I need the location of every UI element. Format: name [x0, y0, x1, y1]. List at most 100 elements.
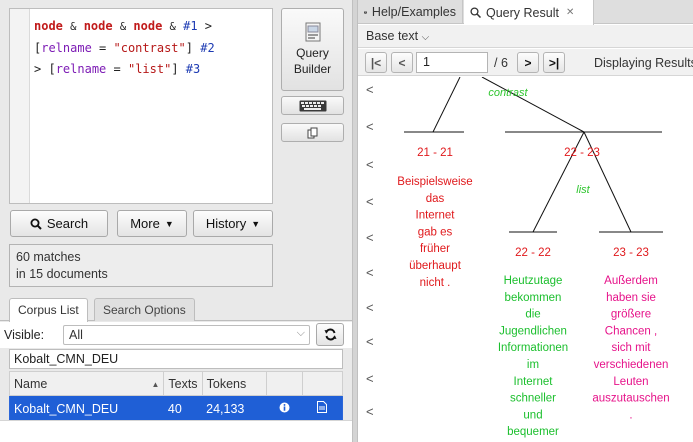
info-icon [279, 402, 290, 412]
tree-node-text-line: früher [420, 243, 450, 255]
info-button[interactable] [266, 395, 303, 422]
tree-node-text-line: Chancen , [605, 325, 657, 337]
tree-node-text-line: das [426, 193, 445, 205]
tree-node-span: 23 - 23 [613, 247, 649, 259]
tree-node-text-line: nicht . [420, 277, 451, 289]
query-bracket: [ [48, 62, 56, 76]
chevron-left-icon: < [398, 55, 406, 70]
document-count: in 15 documents [16, 267, 108, 281]
history-button-label: History [205, 216, 247, 231]
query-editor[interactable]: node & node & node & #1 > [relname = "co… [9, 8, 273, 204]
column-header-name[interactable]: Name ▲ [8, 371, 165, 396]
tree-node-text-line: haben sie [606, 292, 656, 304]
relation-label-list: list [576, 184, 590, 196]
query-builder-button[interactable]: Query Builder [281, 8, 344, 91]
chevron-left-icon[interactable]: < [366, 157, 374, 172]
column-header-label: Name [14, 376, 48, 391]
tree-edge [432, 77, 461, 133]
copy-icon [307, 127, 317, 138]
previous-page-button[interactable]: < [391, 52, 413, 73]
tree-node-text-line: Beispielsweise [397, 176, 472, 188]
chevron-left-icon[interactable]: < [366, 230, 374, 245]
base-text-selector[interactable]: Base text ⌵ [358, 25, 693, 48]
tree-node-text-line: Jugendlichen [499, 325, 567, 337]
query-operator: & [169, 21, 176, 33]
first-page-button[interactable]: |< [365, 52, 387, 73]
help-icon: ? [364, 10, 367, 14]
search-status: 60 matches in 15 documents [9, 244, 273, 287]
tab-query-result[interactable]: Query Result ✕ [464, 0, 594, 25]
chevron-left-icon[interactable]: < [366, 404, 374, 419]
corpus-tokens: 24,133 [202, 395, 267, 422]
document-button[interactable] [302, 395, 344, 422]
tab-search-options[interactable]: Search Options [94, 298, 195, 321]
chevron-left-icon[interactable]: < [366, 265, 374, 280]
more-button[interactable]: More ▼ [117, 210, 187, 237]
query-token: node [133, 19, 163, 33]
page-total: / 6 [494, 56, 508, 70]
base-text-label: Base text [366, 29, 419, 43]
visible-select[interactable]: All ⌵ [63, 325, 310, 345]
tree-node-text-line: Leuten [613, 376, 648, 388]
caret-down-icon: ▼ [251, 218, 261, 229]
query-ref: #1 [183, 19, 198, 33]
results-range-label: Displaying Results 1 [594, 56, 693, 70]
column-header-texts[interactable]: Texts [163, 371, 203, 396]
first-page-icon: |< [370, 55, 382, 70]
result-tabs: ? Help/Examples Query Result ✕ [358, 0, 693, 25]
search-icon [30, 218, 42, 230]
column-header-tokens[interactable]: Tokens [201, 371, 267, 396]
query-bracket: ] [171, 62, 179, 76]
keyboard-button[interactable] [281, 96, 344, 115]
query-builder-icon [305, 22, 320, 42]
tree-node-text-line: bequemer [507, 426, 559, 438]
chevron-left-icon[interactable]: < [366, 82, 374, 97]
corpus-filter-input[interactable]: Kobalt_CMN_DEU [9, 349, 343, 369]
corpus-table: Name ▲ Texts Tokens Kobalt_CMN_DEU 40 24,… [8, 371, 344, 422]
chevron-left-icon[interactable]: < [366, 334, 374, 349]
query-key: relname [55, 62, 107, 76]
tree-node-text-line: Außerdem [604, 275, 658, 287]
tree-node-text-line: Internet [514, 376, 554, 388]
search-button[interactable]: Search [10, 210, 108, 237]
tree-node-span: 21 - 21 [417, 147, 453, 159]
corpus-name: Kobalt_CMN_DEU [8, 395, 164, 422]
expander-column: < < < < < < < < < < [358, 77, 384, 442]
last-page-button[interactable]: >| [543, 52, 565, 73]
tree-node-text-line: bekommen [505, 292, 562, 304]
query-value: "list" [127, 62, 172, 76]
tree-node-text-line: Informationen [498, 342, 568, 354]
query-value: "contrast" [113, 41, 186, 55]
query-key: relname [41, 41, 92, 55]
query-eq: = [91, 41, 114, 55]
tree-node-texts: 21 - 21 Beispielsweise das Internet gab es fr… [397, 147, 669, 438]
tree-node-span: 22 - 22 [515, 247, 551, 259]
tree-node-text-line: die [525, 309, 540, 321]
chevron-left-icon[interactable]: < [366, 194, 374, 209]
corpus-tabs: Corpus List Search Options [0, 297, 352, 322]
tree-edge [481, 77, 585, 133]
close-icon[interactable]: ✕ [566, 7, 574, 18]
query-code[interactable]: node & node & node & #1 > [relname = "co… [34, 16, 215, 80]
keyboard-icon [299, 100, 326, 111]
tree-node-text-line: Internet [416, 210, 456, 222]
sort-ascending-icon: ▲ [151, 379, 160, 389]
copy-button[interactable] [281, 123, 344, 142]
left-panel: node & node & node & #1 > [relname = "co… [0, 0, 352, 442]
refresh-button[interactable] [316, 323, 344, 346]
tab-corpus-list[interactable]: Corpus List [9, 298, 88, 322]
next-page-button[interactable]: > [517, 52, 539, 73]
visible-label: Visible: [4, 328, 45, 342]
tree-node-text-line: größere [611, 309, 651, 321]
table-empty-area [0, 420, 352, 442]
query-operator: > [204, 19, 213, 33]
chevron-left-icon[interactable]: < [366, 300, 374, 315]
chevron-left-icon[interactable]: < [366, 119, 374, 134]
tab-help-examples[interactable]: ? Help/Examples [358, 0, 463, 24]
corpus-texts: 40 [163, 395, 203, 422]
query-ref: #3 [185, 62, 201, 76]
history-button[interactable]: History ▼ [193, 210, 273, 237]
page-number-input[interactable]: 1 [416, 52, 488, 73]
table-row[interactable]: Kobalt_CMN_DEU 40 24,133 [8, 395, 344, 422]
chevron-left-icon[interactable]: < [366, 371, 374, 386]
